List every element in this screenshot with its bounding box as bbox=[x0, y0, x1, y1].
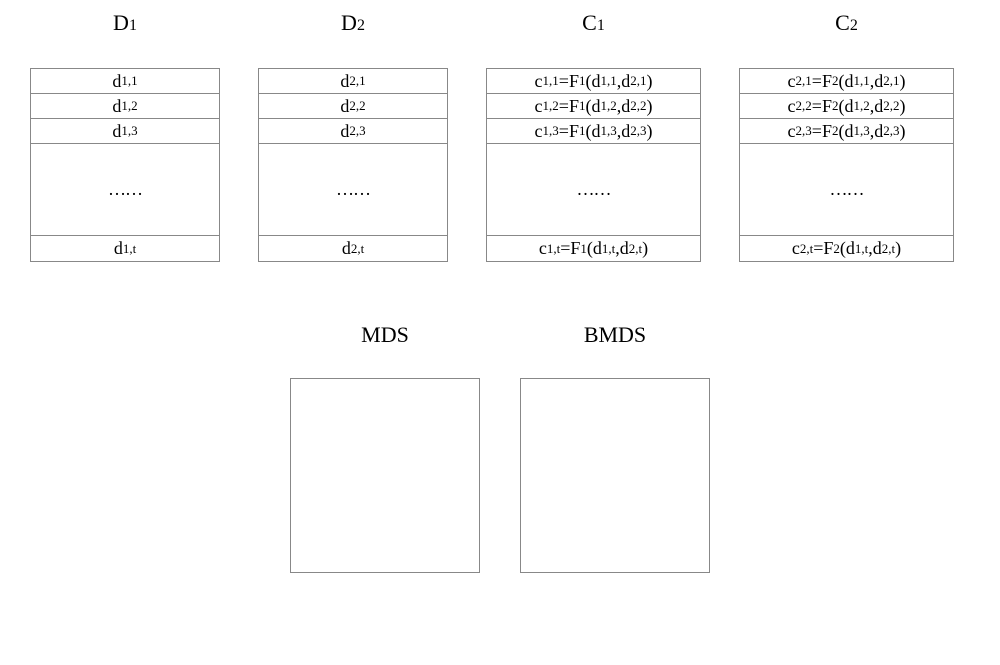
cell-d1-1: d1,1 bbox=[31, 69, 219, 94]
bmds-group: BMDS bbox=[520, 322, 710, 573]
header-main: D bbox=[341, 10, 357, 36]
cell-d1-3: d1,3 bbox=[31, 119, 219, 144]
cell-c2-1: c2,1=F2(d1,1,d2,1) bbox=[740, 69, 953, 94]
cell-c2-3: c2,3=F2(d1,3,d2,3) bbox=[740, 119, 953, 144]
cell-d2-3: d2,3 bbox=[259, 119, 447, 144]
table-c1: c1,1=F1(d1,1,d2,1) c1,2=F1(d1,2,d2,2) c1… bbox=[486, 68, 701, 262]
cell-d2-2: d2,2 bbox=[259, 94, 447, 119]
cell-d1-ellipsis: …… bbox=[31, 144, 219, 236]
cell-c1-1: c1,1=F1(d1,1,d2,1) bbox=[487, 69, 700, 94]
header-c2: C2 bbox=[835, 10, 858, 40]
cell-c2-2: c2,2=F2(d1,2,d2,2) bbox=[740, 94, 953, 119]
cell-d1-t: d1,t bbox=[31, 236, 219, 261]
column-c1: C1 c1,1=F1(d1,1,d2,1) c1,2=F1(d1,2,d2,2)… bbox=[486, 10, 701, 262]
cell-c1-2: c1,2=F1(d1,2,d2,2) bbox=[487, 94, 700, 119]
cell-d2-1: d2,1 bbox=[259, 69, 447, 94]
mds-group: MDS bbox=[290, 322, 480, 573]
mds-box bbox=[290, 378, 480, 573]
header-d1: D1 bbox=[113, 10, 137, 40]
table-c2: c2,1=F2(d1,1,d2,1) c2,2=F2(d1,2,d2,2) c2… bbox=[739, 68, 954, 262]
cell-c1-ellipsis: …… bbox=[487, 144, 700, 236]
table-d1: d1,1 d1,2 d1,3 …… d1,t bbox=[30, 68, 220, 262]
cell-c1-3: c1,3=F1(d1,3,d2,3) bbox=[487, 119, 700, 144]
cell-d2-ellipsis: …… bbox=[259, 144, 447, 236]
cell-c2-ellipsis: …… bbox=[740, 144, 953, 236]
bmds-label: BMDS bbox=[584, 322, 646, 348]
header-c1: C1 bbox=[582, 10, 605, 40]
column-c2: C2 c2,1=F2(d1,1,d2,1) c2,2=F2(d1,2,d2,2)… bbox=[739, 10, 954, 262]
header-main: C bbox=[835, 10, 850, 36]
header-main: D bbox=[113, 10, 129, 36]
cell-c1-t: c1,t=F1(d1,t,d2,t) bbox=[487, 236, 700, 261]
mds-label: MDS bbox=[361, 322, 409, 348]
cell-c2-t: c2,t=F2(d1,t,d2,t) bbox=[740, 236, 953, 261]
cell-d2-t: d2,t bbox=[259, 236, 447, 261]
header-d2: D2 bbox=[341, 10, 365, 40]
top-row: D1 d1,1 d1,2 d1,3 …… d1,t D2 d2,1 d2,2 d… bbox=[0, 0, 1000, 262]
column-d1: D1 d1,1 d1,2 d1,3 …… d1,t bbox=[30, 10, 220, 262]
table-d2: d2,1 d2,2 d2,3 …… d2,t bbox=[258, 68, 448, 262]
header-main: C bbox=[582, 10, 597, 36]
bmds-box bbox=[520, 378, 710, 573]
cell-d1-2: d1,2 bbox=[31, 94, 219, 119]
bottom-row: MDS BMDS bbox=[0, 262, 1000, 573]
column-d2: D2 d2,1 d2,2 d2,3 …… d2,t bbox=[258, 10, 448, 262]
